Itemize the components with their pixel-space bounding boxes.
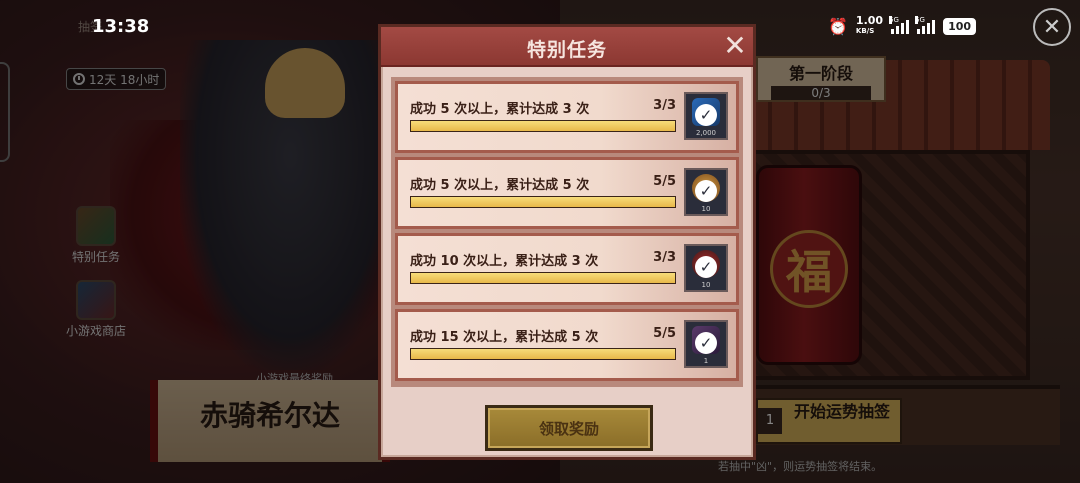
dialog-title: 特别任务: [526, 39, 607, 61]
reward-quantity: 2,000: [695, 129, 717, 137]
signal-icon-2: 5G: [915, 16, 936, 34]
reward-slot[interactable]: ✓ 1: [684, 320, 728, 368]
task-progress-fill: [411, 273, 675, 283]
signal-1-label: 5G: [889, 16, 899, 24]
task-progress-bar: [410, 120, 676, 132]
task-count: 5/5: [653, 174, 676, 189]
task-description: 成功 5 次以上，累计达成 5 次: [410, 178, 590, 193]
check-icon: ✓: [695, 180, 717, 202]
check-icon: ✓: [695, 104, 717, 126]
task-progress-fill: [411, 349, 675, 359]
task-progress-fill: [411, 197, 675, 207]
task-description: 成功 15 次以上，累计达成 5 次: [410, 330, 599, 345]
network-speed-unit: KB/S: [855, 27, 875, 35]
check-icon: ✓: [695, 332, 717, 354]
task-count: 5/5: [653, 326, 676, 341]
task-progress-bar: [410, 272, 676, 284]
task-list: 成功 5 次以上，累计达成 3 次 3/3 ✓ 2,000 成功 5 次以上，累…: [391, 77, 743, 387]
clock-time: 13:38: [92, 16, 150, 37]
task-row: 成功 10 次以上，累计达成 3 次 3/3 ✓ 10: [395, 233, 739, 305]
task-row: 成功 15 次以上，累计达成 5 次 5/5 ✓ 1: [395, 309, 739, 381]
task-progress-bar: [410, 196, 676, 208]
signal-2-label: 5G: [915, 16, 925, 24]
reward-slot[interactable]: ✓ 10: [684, 168, 728, 216]
network-speed: 1.00 KB/S: [855, 14, 884, 36]
status-icons: ⏰ 1.00 KB/S 5G 5G 100: [828, 14, 977, 36]
signal-icon: 5G: [889, 16, 910, 34]
task-description: 成功 10 次以上，累计达成 3 次: [410, 254, 599, 269]
special-task-dialog: 特别任务 ✕ 成功 5 次以上，累计达成 3 次 3/3 ✓ 2,000 成功 …: [378, 24, 756, 460]
reward-quantity: 10: [701, 205, 711, 213]
close-icon[interactable]: ✕: [721, 31, 749, 61]
task-row: 成功 5 次以上，累计达成 5 次 5/5 ✓ 10: [395, 157, 739, 229]
reward-slot[interactable]: ✓ 10: [684, 244, 728, 292]
alarm-icon: ⏰: [828, 16, 848, 36]
dialog-header: 特别任务 ✕: [381, 27, 753, 67]
task-count: 3/3: [653, 98, 676, 113]
screen-close-icon[interactable]: ✕: [1033, 8, 1071, 46]
network-speed-value: 1.00: [855, 14, 884, 27]
check-icon: ✓: [695, 256, 717, 278]
task-row: 成功 5 次以上，累计达成 3 次 3/3 ✓ 2,000: [395, 81, 739, 153]
task-description: 成功 5 次以上，累计达成 3 次: [410, 102, 590, 117]
reward-quantity: 10: [701, 281, 711, 289]
battery-icon: 100: [943, 17, 977, 35]
reward-slot[interactable]: ✓ 2,000: [684, 92, 728, 140]
claim-reward-button[interactable]: 领取奖励: [485, 405, 653, 451]
task-progress-bar: [410, 348, 676, 360]
task-progress-fill: [411, 121, 675, 131]
reward-quantity: 1: [703, 357, 709, 365]
task-count: 3/3: [653, 250, 676, 265]
